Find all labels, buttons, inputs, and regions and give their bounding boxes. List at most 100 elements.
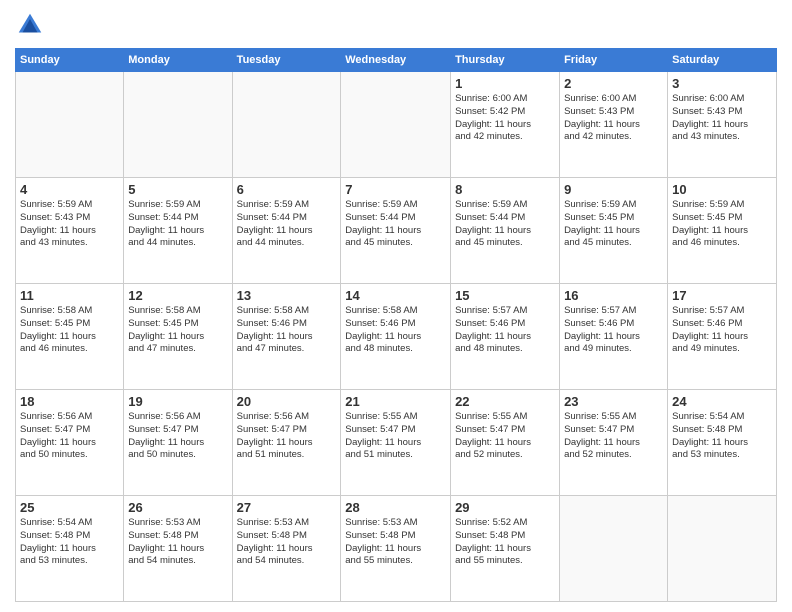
day-number: 29 — [455, 500, 555, 515]
calendar-cell: 19 Sunrise: 5:56 AM Sunset: 5:47 PM Dayli… — [124, 390, 232, 496]
day-info: Sunrise: 5:56 AM Sunset: 5:47 PM Dayligh… — [237, 411, 337, 462]
calendar-cell: 20 Sunrise: 5:56 AM Sunset: 5:47 PM Dayli… — [232, 390, 341, 496]
day-header-tuesday: Tuesday — [232, 49, 341, 72]
day-info: Sunrise: 5:53 AM Sunset: 5:48 PM Dayligh… — [237, 517, 337, 568]
day-info: Sunrise: 5:56 AM Sunset: 5:47 PM Dayligh… — [20, 411, 119, 462]
day-info: Sunrise: 5:56 AM Sunset: 5:47 PM Dayligh… — [128, 411, 227, 462]
day-info: Sunrise: 5:58 AM Sunset: 5:46 PM Dayligh… — [345, 305, 446, 356]
day-number: 15 — [455, 288, 555, 303]
calendar-cell: 26 Sunrise: 5:53 AM Sunset: 5:48 PM Dayli… — [124, 496, 232, 602]
day-info: Sunrise: 5:57 AM Sunset: 5:46 PM Dayligh… — [455, 305, 555, 356]
calendar-cell — [124, 72, 232, 178]
day-number: 27 — [237, 500, 337, 515]
day-number: 19 — [128, 394, 227, 409]
day-number: 26 — [128, 500, 227, 515]
calendar-header-row: SundayMondayTuesdayWednesdayThursdayFrid… — [16, 49, 777, 72]
calendar-cell: 28Sunrise: 5:53 AM Sunset: 5:48 PM Dayli… — [341, 496, 451, 602]
day-info: Sunrise: 5:59 AM Sunset: 5:45 PM Dayligh… — [564, 199, 663, 250]
day-number: 16 — [564, 288, 663, 303]
day-number: 23 — [564, 394, 663, 409]
calendar-cell: 5 Sunrise: 5:59 AM Sunset: 5:44 PM Daylig… — [124, 178, 232, 284]
day-info: Sunrise: 6:00 AM Sunset: 5:43 PM Dayligh… — [672, 93, 772, 144]
day-header-sunday: Sunday — [16, 49, 124, 72]
calendar-cell: 12Sunrise: 5:58 AM Sunset: 5:45 PM Dayli… — [124, 284, 232, 390]
day-info: Sunrise: 5:55 AM Sunset: 5:47 PM Dayligh… — [345, 411, 446, 462]
calendar-cell: 25 Sunrise: 5:54 AM Sunset: 5:48 PM Dayli… — [16, 496, 124, 602]
calendar-cell — [341, 72, 451, 178]
day-number: 14 — [345, 288, 446, 303]
day-header-monday: Monday — [124, 49, 232, 72]
week-row-1: 4 Sunrise: 5:59 AM Sunset: 5:43 PM Daylig… — [16, 178, 777, 284]
day-info: Sunrise: 5:55 AM Sunset: 5:47 PM Dayligh… — [455, 411, 555, 462]
day-info: Sunrise: 5:57 AM Sunset: 5:46 PM Dayligh… — [672, 305, 772, 356]
calendar-table: SundayMondayTuesdayWednesdayThursdayFrid… — [15, 48, 777, 602]
day-info: Sunrise: 5:59 AM Sunset: 5:43 PM Dayligh… — [20, 199, 119, 250]
day-number: 25 — [20, 500, 119, 515]
day-number: 17 — [672, 288, 772, 303]
day-info: Sunrise: 5:53 AM Sunset: 5:48 PM Dayligh… — [345, 517, 446, 568]
calendar-cell: 14 Sunrise: 5:58 AM Sunset: 5:46 PM Dayli… — [341, 284, 451, 390]
day-number: 18 — [20, 394, 119, 409]
day-header-thursday: Thursday — [451, 49, 560, 72]
calendar-cell: 27 Sunrise: 5:53 AM Sunset: 5:48 PM Dayli… — [232, 496, 341, 602]
logo-icon — [15, 10, 45, 40]
calendar-cell: 16Sunrise: 5:57 AM Sunset: 5:46 PM Dayli… — [560, 284, 668, 390]
calendar-cell: 17 Sunrise: 5:57 AM Sunset: 5:46 PM Dayli… — [668, 284, 777, 390]
calendar-cell: 29 Sunrise: 5:52 AM Sunset: 5:48 PM Dayli… — [451, 496, 560, 602]
calendar-cell: 13Sunrise: 5:58 AM Sunset: 5:46 PM Dayli… — [232, 284, 341, 390]
day-info: Sunrise: 5:54 AM Sunset: 5:48 PM Dayligh… — [672, 411, 772, 462]
day-header-saturday: Saturday — [668, 49, 777, 72]
calendar-cell: 10 Sunrise: 5:59 AM Sunset: 5:45 PM Dayli… — [668, 178, 777, 284]
day-info: Sunrise: 6:00 AM Sunset: 5:42 PM Dayligh… — [455, 93, 555, 144]
day-info: Sunrise: 5:58 AM Sunset: 5:46 PM Dayligh… — [237, 305, 337, 356]
day-info: Sunrise: 5:54 AM Sunset: 5:48 PM Dayligh… — [20, 517, 119, 568]
calendar-cell — [232, 72, 341, 178]
calendar-cell: 1 Sunrise: 6:00 AM Sunset: 5:42 PM Daylig… — [451, 72, 560, 178]
calendar-cell: 15 Sunrise: 5:57 AM Sunset: 5:46 PM Dayli… — [451, 284, 560, 390]
page: SundayMondayTuesdayWednesdayThursdayFrid… — [0, 0, 792, 612]
day-info: Sunrise: 5:59 AM Sunset: 5:44 PM Dayligh… — [128, 199, 227, 250]
day-number: 22 — [455, 394, 555, 409]
calendar-cell — [560, 496, 668, 602]
day-info: Sunrise: 5:52 AM Sunset: 5:48 PM Dayligh… — [455, 517, 555, 568]
day-info: Sunrise: 5:59 AM Sunset: 5:44 PM Dayligh… — [345, 199, 446, 250]
calendar-cell: 2 Sunrise: 6:00 AM Sunset: 5:43 PM Daylig… — [560, 72, 668, 178]
day-number: 2 — [564, 76, 663, 91]
day-number: 7 — [345, 182, 446, 197]
day-info: Sunrise: 5:59 AM Sunset: 5:44 PM Dayligh… — [455, 199, 555, 250]
header — [15, 10, 777, 40]
day-number: 12 — [128, 288, 227, 303]
week-row-4: 25 Sunrise: 5:54 AM Sunset: 5:48 PM Dayli… — [16, 496, 777, 602]
calendar-cell — [16, 72, 124, 178]
day-info: Sunrise: 5:55 AM Sunset: 5:47 PM Dayligh… — [564, 411, 663, 462]
week-row-3: 18 Sunrise: 5:56 AM Sunset: 5:47 PM Dayli… — [16, 390, 777, 496]
day-number: 4 — [20, 182, 119, 197]
day-number: 10 — [672, 182, 772, 197]
calendar-cell: 7 Sunrise: 5:59 AM Sunset: 5:44 PM Daylig… — [341, 178, 451, 284]
logo — [15, 10, 49, 40]
day-number: 24 — [672, 394, 772, 409]
week-row-0: 1 Sunrise: 6:00 AM Sunset: 5:42 PM Daylig… — [16, 72, 777, 178]
day-number: 11 — [20, 288, 119, 303]
day-header-wednesday: Wednesday — [341, 49, 451, 72]
week-row-2: 11 Sunrise: 5:58 AM Sunset: 5:45 PM Dayli… — [16, 284, 777, 390]
calendar-cell: 6Sunrise: 5:59 AM Sunset: 5:44 PM Daylig… — [232, 178, 341, 284]
calendar-cell: 9Sunrise: 5:59 AM Sunset: 5:45 PM Daylig… — [560, 178, 668, 284]
day-number: 21 — [345, 394, 446, 409]
day-number: 5 — [128, 182, 227, 197]
day-header-friday: Friday — [560, 49, 668, 72]
day-info: Sunrise: 5:58 AM Sunset: 5:45 PM Dayligh… — [20, 305, 119, 356]
calendar-cell — [668, 496, 777, 602]
day-info: Sunrise: 5:59 AM Sunset: 5:45 PM Dayligh… — [672, 199, 772, 250]
calendar-cell: 8 Sunrise: 5:59 AM Sunset: 5:44 PM Daylig… — [451, 178, 560, 284]
day-info: Sunrise: 6:00 AM Sunset: 5:43 PM Dayligh… — [564, 93, 663, 144]
day-number: 8 — [455, 182, 555, 197]
calendar-cell: 22 Sunrise: 5:55 AM Sunset: 5:47 PM Dayli… — [451, 390, 560, 496]
calendar-cell: 23 Sunrise: 5:55 AM Sunset: 5:47 PM Dayli… — [560, 390, 668, 496]
day-number: 20 — [237, 394, 337, 409]
calendar-cell: 18 Sunrise: 5:56 AM Sunset: 5:47 PM Dayli… — [16, 390, 124, 496]
day-number: 3 — [672, 76, 772, 91]
calendar-cell: 11 Sunrise: 5:58 AM Sunset: 5:45 PM Dayli… — [16, 284, 124, 390]
day-number: 1 — [455, 76, 555, 91]
day-info: Sunrise: 5:53 AM Sunset: 5:48 PM Dayligh… — [128, 517, 227, 568]
